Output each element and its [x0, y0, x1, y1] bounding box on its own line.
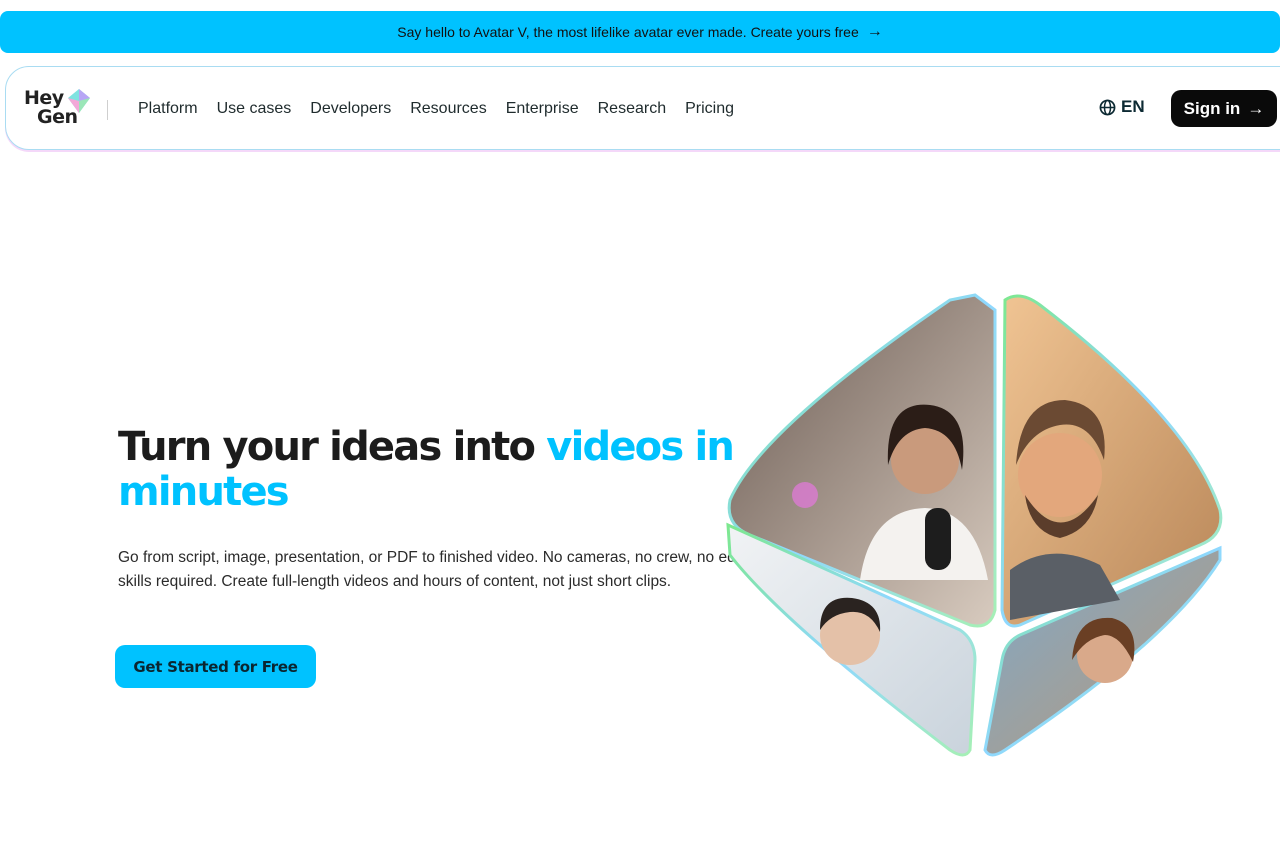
- top-navigation: Hey Gen Platform Use cases Developers Re…: [5, 66, 1280, 150]
- nav-resources[interactable]: Resources: [410, 97, 486, 121]
- announcement-bar[interactable]: Say hello to Avatar V, the most lifelike…: [0, 11, 1280, 53]
- arrow-right-icon: →: [866, 23, 883, 40]
- get-started-button[interactable]: Get Started for Free: [115, 645, 316, 688]
- hero-subtitle: Go from script, image, presentation, or …: [118, 549, 765, 590]
- heygen-logo[interactable]: Hey Gen: [24, 89, 92, 129]
- nav-platform[interactable]: Platform: [138, 97, 198, 121]
- language-label: EN: [1121, 97, 1145, 116]
- nav-use-cases[interactable]: Use cases: [217, 97, 292, 121]
- nav-enterprise[interactable]: Enterprise: [506, 97, 579, 121]
- avatar-cube-illustration: [726, 293, 1223, 757]
- globe-icon: [1099, 99, 1116, 115]
- language-selector[interactable]: EN: [1099, 97, 1145, 117]
- lava-lamp: [792, 482, 818, 508]
- nav-divider: [107, 100, 108, 120]
- sign-in-button[interactable]: Sign in →: [1171, 90, 1277, 127]
- microphone: [925, 508, 951, 570]
- arrow-right-icon: →: [1247, 98, 1265, 118]
- hero-title: Turn your ideas into videos in minutes: [118, 425, 738, 515]
- main-menu: Platform Use cases Developers Resources …: [138, 97, 753, 121]
- announcement-text: Say hello to Avatar V, the most lifelike…: [397, 24, 859, 40]
- logo-gem-icon: [68, 89, 90, 113]
- sign-in-label: Sign in: [1183, 98, 1241, 118]
- hero-title-main: Turn your ideas into: [118, 424, 547, 470]
- nav-developers[interactable]: Developers: [310, 97, 391, 121]
- nav-research[interactable]: Research: [598, 97, 666, 121]
- nav-pricing[interactable]: Pricing: [685, 97, 734, 121]
